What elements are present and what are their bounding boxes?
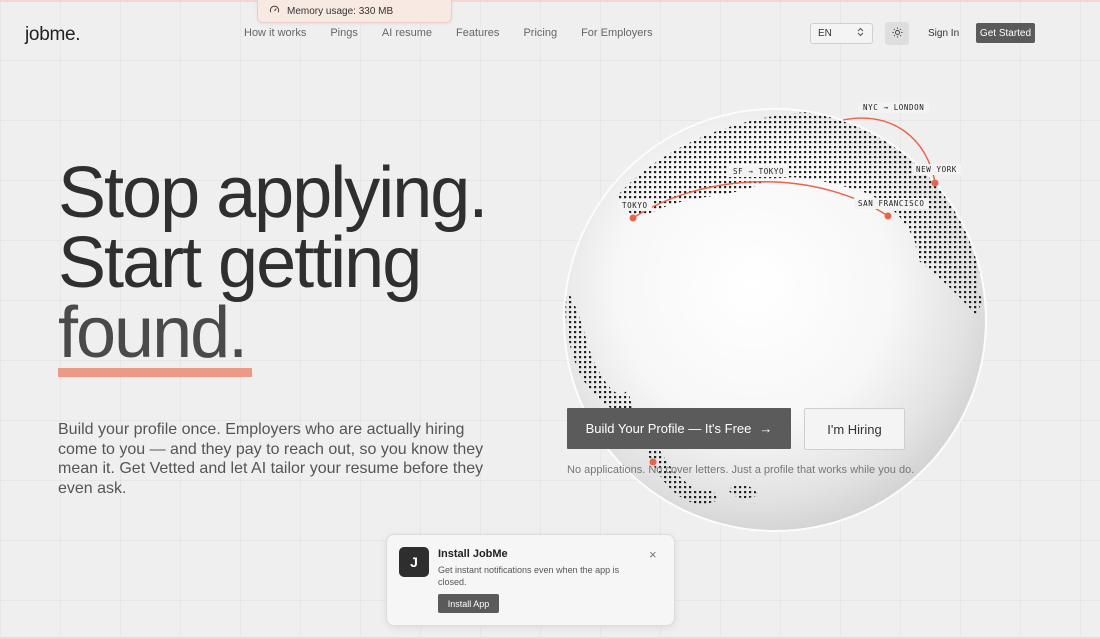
arrow-right-icon: → [759, 421, 773, 436]
install-title: Install JobMe [438, 548, 508, 560]
logo[interactable]: jobme. [25, 24, 81, 46]
updown-chevron-icon [857, 27, 864, 40]
memory-usage-text: Memory usage: 330 MB [287, 5, 394, 17]
city-dot-ny [931, 179, 939, 187]
memory-usage-toast: Memory usage: 330 MB [257, 0, 452, 23]
top-accent-line [0, 0, 1100, 2]
language-value: EN [818, 28, 832, 39]
gauge-icon [269, 4, 280, 18]
nav-for-employers[interactable]: For Employers [581, 27, 653, 39]
nav-ai-resume[interactable]: AI resume [382, 27, 432, 39]
im-hiring-button[interactable]: I'm Hiring [804, 408, 905, 450]
headline-line-1: Stop applying. [58, 153, 488, 233]
build-profile-button[interactable]: Build Your Profile — It's Free → [567, 408, 791, 449]
install-app-card: J Install JobMe Get instant notification… [386, 534, 675, 626]
main-nav: How it works Pings AI resume Features Pr… [244, 27, 677, 39]
city-label-new-york: NEW YORK [912, 164, 961, 175]
city-label-tokyo: TOKYO [618, 200, 652, 211]
theme-toggle-button[interactable] [885, 22, 909, 45]
sign-in-link[interactable]: Sign In [928, 28, 959, 39]
nav-pricing[interactable]: Pricing [523, 27, 557, 39]
headline-line-2: Start getting [58, 223, 422, 303]
city-dot-sf [884, 212, 892, 220]
install-app-button[interactable]: Install App [438, 594, 499, 613]
headline-underline [58, 368, 252, 377]
sun-icon [891, 25, 903, 43]
route-label-sf-tokyo: SF → TOKYO [728, 166, 790, 177]
nav-features[interactable]: Features [456, 27, 499, 39]
hero-headline: Stop applying. Start getting found. [58, 153, 488, 373]
build-profile-label: Build Your Profile — It's Free [585, 421, 752, 436]
route-label-nyc-london: NYC → LONDON [858, 102, 930, 113]
app-badge-icon: J [399, 547, 429, 577]
cta-tagline: No applications. No cover letters. Just … [567, 464, 915, 476]
nav-pings[interactable]: Pings [330, 27, 358, 39]
nav-how-it-works[interactable]: How it works [244, 27, 306, 39]
hero-subtitle: Build your profile once. Employers who a… [58, 421, 484, 497]
install-description: Get instant notifications even when the … [438, 565, 620, 587]
close-icon[interactable]: × [649, 547, 657, 562]
city-label-san-francisco: SAN FRANCISCO [854, 198, 929, 209]
headline-line-3: found. [58, 293, 248, 373]
city-dot-tokyo [629, 214, 637, 222]
get-started-button[interactable]: Get Started [976, 23, 1035, 43]
language-select[interactable]: EN [810, 23, 873, 44]
